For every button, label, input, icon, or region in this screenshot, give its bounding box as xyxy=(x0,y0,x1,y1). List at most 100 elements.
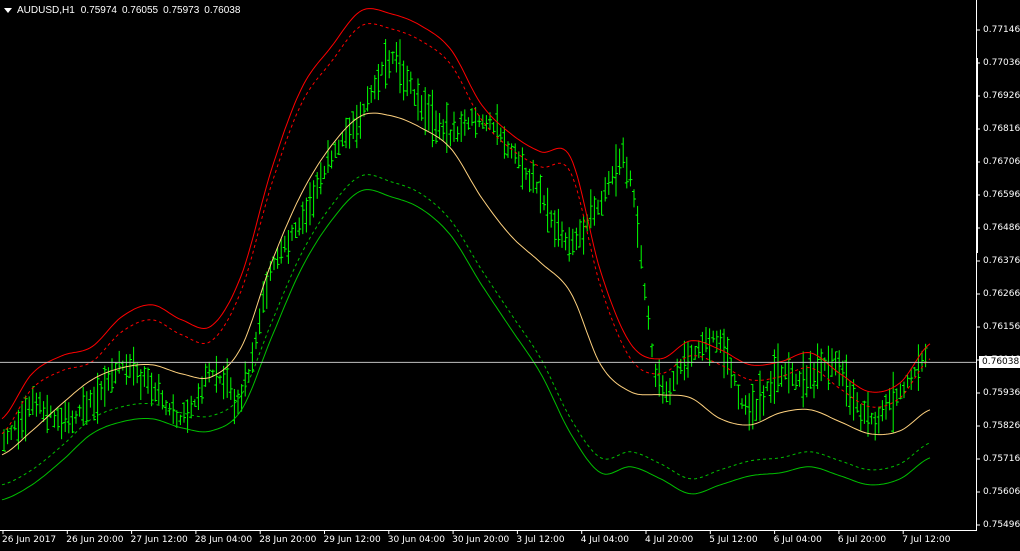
candle-bar xyxy=(27,396,32,417)
candle-bar xyxy=(650,343,654,358)
candle-bar xyxy=(207,361,212,383)
candle-bar xyxy=(59,407,64,440)
candle-bar xyxy=(156,374,161,405)
candle-bar xyxy=(329,150,334,169)
time-label: 3 Jul 12:00 xyxy=(516,535,565,545)
candle-bar xyxy=(639,245,644,269)
candle-bar xyxy=(538,174,543,214)
candle-bar xyxy=(171,394,176,424)
candle-bar xyxy=(300,201,305,235)
candle-bar xyxy=(408,71,413,94)
candle-bar xyxy=(671,371,676,391)
candle-bar xyxy=(812,362,816,399)
candle-bar xyxy=(750,383,755,430)
candle-bar xyxy=(765,381,770,392)
price-label: 0.77146 xyxy=(983,25,1020,35)
candle-bar xyxy=(318,162,323,195)
candle-bar xyxy=(866,391,870,437)
candle-bar xyxy=(506,141,510,158)
candle-bar xyxy=(20,401,24,439)
candle-bar xyxy=(657,359,662,397)
candle-bar xyxy=(549,210,554,228)
candle-bar xyxy=(315,172,320,199)
candle-bar xyxy=(491,122,496,134)
candle-bar xyxy=(200,376,204,404)
candle-bar xyxy=(293,222,298,238)
candle-bar xyxy=(470,108,474,126)
candle-bar xyxy=(880,400,885,422)
candle-bar xyxy=(110,358,114,393)
candle-bar xyxy=(250,342,255,373)
envelope-lines xyxy=(1,8,931,501)
candle-bar xyxy=(308,182,312,226)
time-label: 29 Jun 12:00 xyxy=(323,535,381,545)
candle-bar xyxy=(218,375,222,384)
candle-bar xyxy=(869,412,874,425)
candle-bar xyxy=(225,358,230,398)
candle-bar xyxy=(66,402,71,434)
candle-bar xyxy=(254,331,258,350)
price-label: 0.76706 xyxy=(983,157,1020,167)
dropdown-triangle-icon[interactable] xyxy=(4,8,12,13)
candle-bar xyxy=(12,420,17,431)
price-chart[interactable] xyxy=(0,0,1020,551)
current-price-tag: 0.76038 xyxy=(979,356,1020,369)
candle-bar xyxy=(732,374,737,386)
candle-bar xyxy=(531,159,536,193)
candle-bar xyxy=(495,104,500,145)
candle-bar xyxy=(891,371,896,433)
candle-bar xyxy=(884,394,888,420)
candle-bar xyxy=(682,340,687,381)
candle-bar xyxy=(570,228,575,256)
symbol-label: AUDUSD,H1 xyxy=(17,4,75,16)
series-lower-inner xyxy=(1,174,931,486)
candle-bar xyxy=(326,140,330,173)
candle-bar xyxy=(588,189,593,229)
candle-bar xyxy=(434,110,438,144)
candle-bar xyxy=(52,411,57,428)
candle-bar xyxy=(592,196,597,226)
candle-bar xyxy=(851,379,856,421)
candle-bar xyxy=(808,350,813,389)
candle-bar xyxy=(794,373,798,390)
candle-bar xyxy=(228,377,233,400)
candle-bar xyxy=(290,224,294,241)
candle-bar xyxy=(182,402,186,423)
candle-bar xyxy=(606,171,611,195)
candle-bar xyxy=(912,367,917,377)
candle-bar xyxy=(56,407,60,431)
candle-bar xyxy=(401,60,406,101)
candle-bar xyxy=(610,166,615,185)
chart-window[interactable]: AUDUSD,H1 0.75974 0.76055 0.75973 0.7603… xyxy=(0,0,1020,551)
candle-bar xyxy=(653,363,658,387)
candle-bar xyxy=(516,151,521,169)
candle-bar xyxy=(99,381,104,401)
candle-bar xyxy=(498,127,503,143)
candle-bar xyxy=(462,109,467,136)
candle-bar xyxy=(45,394,50,434)
candle-bar xyxy=(740,398,744,409)
candle-bar xyxy=(480,114,485,129)
candle-bar xyxy=(916,344,921,391)
candle-bar xyxy=(380,61,384,76)
candle-bar xyxy=(902,381,906,399)
candle-bar xyxy=(776,343,780,393)
time-label: 4 Jul 20:00 xyxy=(645,535,694,545)
candle-bar xyxy=(524,167,528,180)
candle-bar xyxy=(5,427,10,445)
candle-bar xyxy=(311,180,316,218)
candle-bar xyxy=(322,165,327,179)
candle-bar xyxy=(297,217,302,236)
time-label: 30 Jun 20:00 xyxy=(452,535,510,545)
candle-bar xyxy=(196,383,201,410)
candle-bar xyxy=(534,181,539,194)
candle-bar xyxy=(455,126,460,142)
candle-bar xyxy=(707,328,712,366)
candle-bar xyxy=(646,305,651,330)
candle-bar xyxy=(797,371,802,387)
candle-bar xyxy=(153,382,158,402)
candle-bar xyxy=(664,381,669,403)
candle-bar xyxy=(642,283,647,301)
candle-bar xyxy=(545,187,550,233)
time-label: 4 Jul 04:00 xyxy=(580,535,629,545)
